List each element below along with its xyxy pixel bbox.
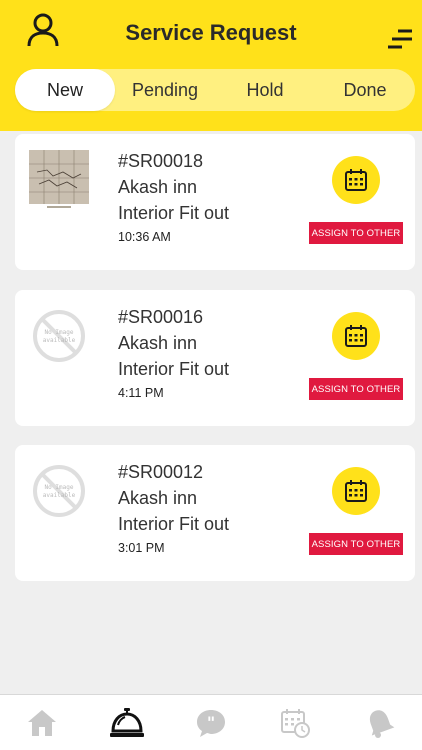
no-image-placeholder: No Image available (33, 465, 85, 517)
request-id: #SR00012 (118, 462, 204, 482)
schedule-button[interactable] (332, 467, 380, 515)
app-header: Service Request New Pending Hold Done (0, 0, 422, 131)
page-title: Service Request (125, 20, 297, 45)
assign-to-other-button[interactable]: ASSIGN TO OTHER (309, 222, 403, 244)
nav-home[interactable] (0, 695, 84, 750)
request-info: #SR00016 Akash inn Interior Fit out 4:11… (118, 304, 229, 402)
schedule-button[interactable] (332, 312, 380, 360)
chat-icon: " (197, 709, 226, 737)
request-time: 4:11 PM (118, 386, 164, 400)
nav-notifications[interactable] (338, 695, 422, 750)
service-request-card[interactable]: No Image available #SR00016 Akash inn In… (15, 290, 415, 426)
request-category: Interior Fit out (118, 203, 230, 223)
tab-pending[interactable]: Pending (115, 69, 215, 111)
bottom-navigation: " (0, 694, 422, 750)
no-image-placeholder: No Image available (33, 310, 85, 362)
status-tabs: New Pending Hold Done (15, 69, 415, 111)
no-image-text: No Image (45, 484, 74, 491)
no-image-text: available (43, 492, 76, 499)
service-bell-icon (109, 707, 144, 737)
calendar-icon (345, 169, 367, 191)
request-photo (29, 150, 89, 208)
assign-to-other-button[interactable]: ASSIGN TO OTHER (309, 378, 403, 400)
request-id: #SR00018 (118, 151, 204, 171)
notification-bell-icon (369, 709, 395, 738)
request-location: Akash inn (118, 333, 198, 353)
request-time: 3:01 PM (118, 541, 165, 555)
svg-text:": " (207, 713, 215, 732)
nav-schedule[interactable] (253, 695, 337, 750)
request-category: Interior Fit out (118, 514, 230, 534)
nav-service-requests[interactable] (84, 695, 168, 750)
request-time: 10:36 AM (118, 230, 171, 244)
request-location: Akash inn (118, 177, 198, 197)
service-request-card[interactable]: No Image available #SR00012 Akash inn In… (15, 445, 415, 581)
tab-done[interactable]: Done (315, 69, 415, 111)
request-info: #SR00018 Akash inn Interior Fit out 10:3… (118, 148, 229, 246)
nav-chat[interactable]: " (169, 695, 253, 750)
no-image-text: available (43, 337, 76, 344)
home-icon (28, 709, 57, 736)
request-info: #SR00012 Akash inn Interior Fit out 3:01… (118, 459, 229, 557)
tab-hold[interactable]: Hold (215, 69, 315, 111)
tab-new[interactable]: New (15, 69, 115, 111)
calendar-icon (345, 325, 367, 347)
calendar-clock-icon (281, 708, 311, 738)
assign-to-other-button[interactable]: ASSIGN TO OTHER (309, 533, 403, 555)
service-request-card[interactable]: #SR00018 Akash inn Interior Fit out 10:3… (15, 134, 415, 270)
no-image-text: No Image (45, 329, 74, 336)
request-location: Akash inn (118, 488, 198, 508)
request-id: #SR00016 (118, 307, 204, 327)
schedule-button[interactable] (332, 156, 380, 204)
menu-icon[interactable] (386, 26, 414, 52)
calendar-icon (345, 480, 367, 502)
request-category: Interior Fit out (118, 359, 230, 379)
